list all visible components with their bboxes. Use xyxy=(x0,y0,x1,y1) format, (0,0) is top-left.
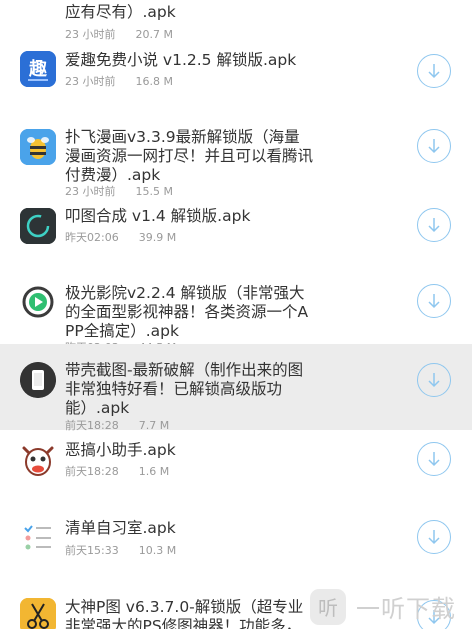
list-item[interactable]: 极光影院v2.2.4 解锁版（非常强大的全面型影视神器！各类资源一个APP全搞定… xyxy=(0,280,472,354)
file-meta: 昨天02:06 39.9 M xyxy=(65,229,176,245)
file-name: 大神P图 v6.3.7.0-解锁版（超专业非常强大的PS修图神器！功能多， xyxy=(65,598,304,629)
svg-text:趣: 趣 xyxy=(28,59,48,80)
file-name: 超全官方影视资源库！你想看的这里应有尽有）.apk xyxy=(65,0,313,21)
download-button[interactable] xyxy=(417,520,451,554)
watermark-text: 一听下载 xyxy=(356,595,456,623)
file-name: 爱趣免费小说 v1.2.5 解锁版.apk xyxy=(65,51,297,69)
file-size: 10.3 M xyxy=(138,544,177,557)
partial-icon xyxy=(20,0,56,4)
file-name: 清单自习室.apk xyxy=(65,519,176,537)
file-meta: 23 小时前 16.8 M xyxy=(65,73,173,89)
file-size: 39.9 M xyxy=(138,231,177,244)
download-button[interactable] xyxy=(417,54,451,88)
file-time: 23 小时前 xyxy=(65,75,116,88)
phone-frame-icon xyxy=(20,362,56,398)
bee-icon xyxy=(20,129,56,165)
file-time: 23 小时前 xyxy=(65,28,116,41)
file-meta: 前天18:28 1.6 M xyxy=(65,463,169,479)
download-arrow-icon xyxy=(428,452,440,467)
download-arrow-icon xyxy=(428,294,440,309)
download-button[interactable] xyxy=(417,284,451,318)
file-meta: 23 小时前 20.7 M xyxy=(65,26,173,42)
list-item[interactable]: 超全官方影视资源库！你想看的这里应有尽有）.apk 23 小时前 20.7 M xyxy=(0,0,472,44)
file-time: 前天15:33 xyxy=(65,544,119,557)
file-name: 极光影院v2.2.4 解锁版（非常强大的全面型影视神器！各类资源一个APP全搞定… xyxy=(65,284,309,340)
file-size: 1.6 M xyxy=(138,465,170,478)
cow-face-icon xyxy=(20,442,56,478)
download-button[interactable] xyxy=(417,363,451,397)
list-item[interactable]: 恶搞小助手.apk 前天18:28 1.6 M xyxy=(0,430,472,510)
file-time: 昨天02:06 xyxy=(65,231,119,244)
file-size: 20.7 M xyxy=(135,28,173,41)
download-arrow-icon xyxy=(428,530,440,545)
list-item[interactable]: 趣 爱趣免费小说 v1.2.5 解锁版.apk 23 小时前 16.8 M xyxy=(0,44,472,124)
file-size: 15.5 M xyxy=(135,185,173,198)
watermark-logo-icon: 听 xyxy=(310,588,346,625)
download-arrow-icon xyxy=(428,64,440,79)
list-item[interactable]: 叩图合成 v1.4 解锁版.apk 昨天02:06 39.9 M xyxy=(0,204,472,280)
scissors-icon xyxy=(20,598,56,629)
download-arrow-icon xyxy=(428,218,440,233)
svg-text:听: 听 xyxy=(318,596,338,620)
ring-icon xyxy=(20,208,56,244)
file-name: 叩图合成 v1.4 解锁版.apk xyxy=(65,207,251,225)
list-item[interactable]: 带壳截图-最新破解（制作出来的图非常独特好看！已解锁高级版功能）.apk 前天1… xyxy=(0,344,472,432)
checklist-icon xyxy=(20,519,56,555)
download-button[interactable] xyxy=(417,442,451,476)
file-name: 扑飞漫画v3.3.9最新解锁版（海量漫画资源一网打尽！并且可以看腾讯付费漫）.a… xyxy=(65,128,314,184)
watermark: 听 一听下载 xyxy=(308,584,472,629)
file-size: 16.8 M xyxy=(135,75,173,88)
list-item[interactable]: 清单自习室.apk 前天15:33 10.3 M xyxy=(0,510,472,590)
aiqu-novel-icon: 趣 xyxy=(20,51,56,87)
download-button[interactable] xyxy=(417,129,451,163)
download-arrow-icon xyxy=(428,373,440,388)
list-item[interactable]: 扑飞漫画v3.3.9最新解锁版（海量漫画资源一网打尽！并且可以看腾讯付费漫）.a… xyxy=(0,124,472,204)
file-name: 恶搞小助手.apk xyxy=(65,441,176,459)
play-icon xyxy=(20,284,56,320)
file-time: 前天18:28 xyxy=(65,465,119,478)
file-meta: 前天15:33 10.3 M xyxy=(65,542,176,558)
file-name: 带壳截图-最新破解（制作出来的图非常独特好看！已解锁高级版功能）.apk xyxy=(65,361,304,417)
download-button[interactable] xyxy=(417,208,451,242)
file-time: 23 小时前 xyxy=(65,185,116,198)
file-meta: 23 小时前 15.5 M xyxy=(65,183,173,199)
download-arrow-icon xyxy=(428,139,440,154)
